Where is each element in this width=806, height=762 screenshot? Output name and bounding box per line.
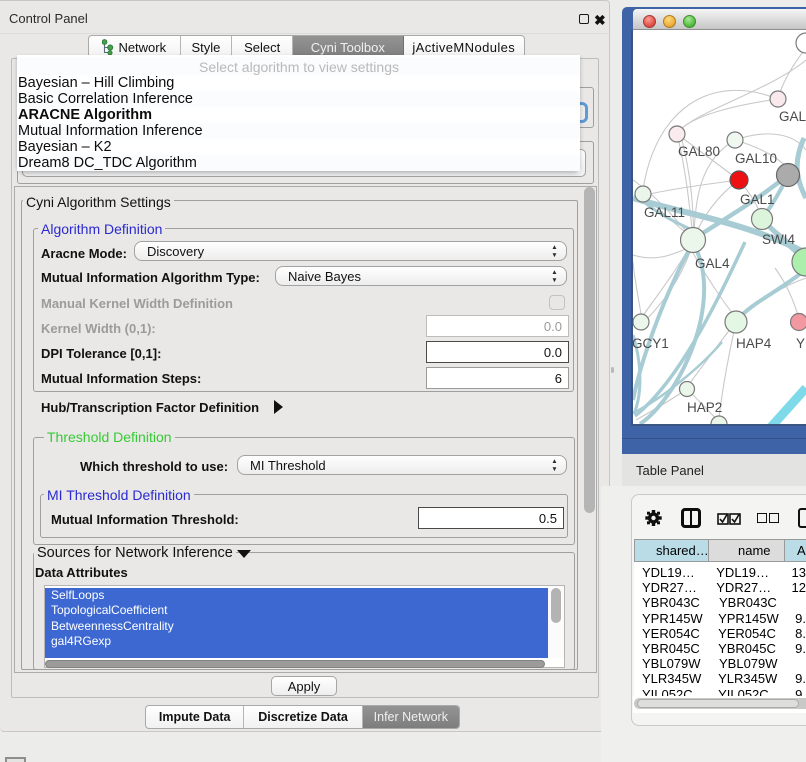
svg-text:GAL11: GAL11: [644, 205, 685, 220]
svg-text:GAL1: GAL1: [740, 192, 775, 207]
svg-text:HAP4: HAP4: [736, 336, 772, 351]
svg-text:Y: Y: [796, 336, 805, 351]
svg-text:GAL4: GAL4: [695, 256, 730, 271]
svg-text:GAL: GAL: [779, 109, 806, 124]
svg-text:HAP2: HAP2: [687, 400, 722, 415]
svg-text:SWI4: SWI4: [762, 232, 795, 247]
svg-text:GAL10: GAL10: [735, 151, 777, 166]
svg-text:GAL80: GAL80: [678, 144, 720, 159]
svg-text:GCY1: GCY1: [633, 336, 669, 351]
